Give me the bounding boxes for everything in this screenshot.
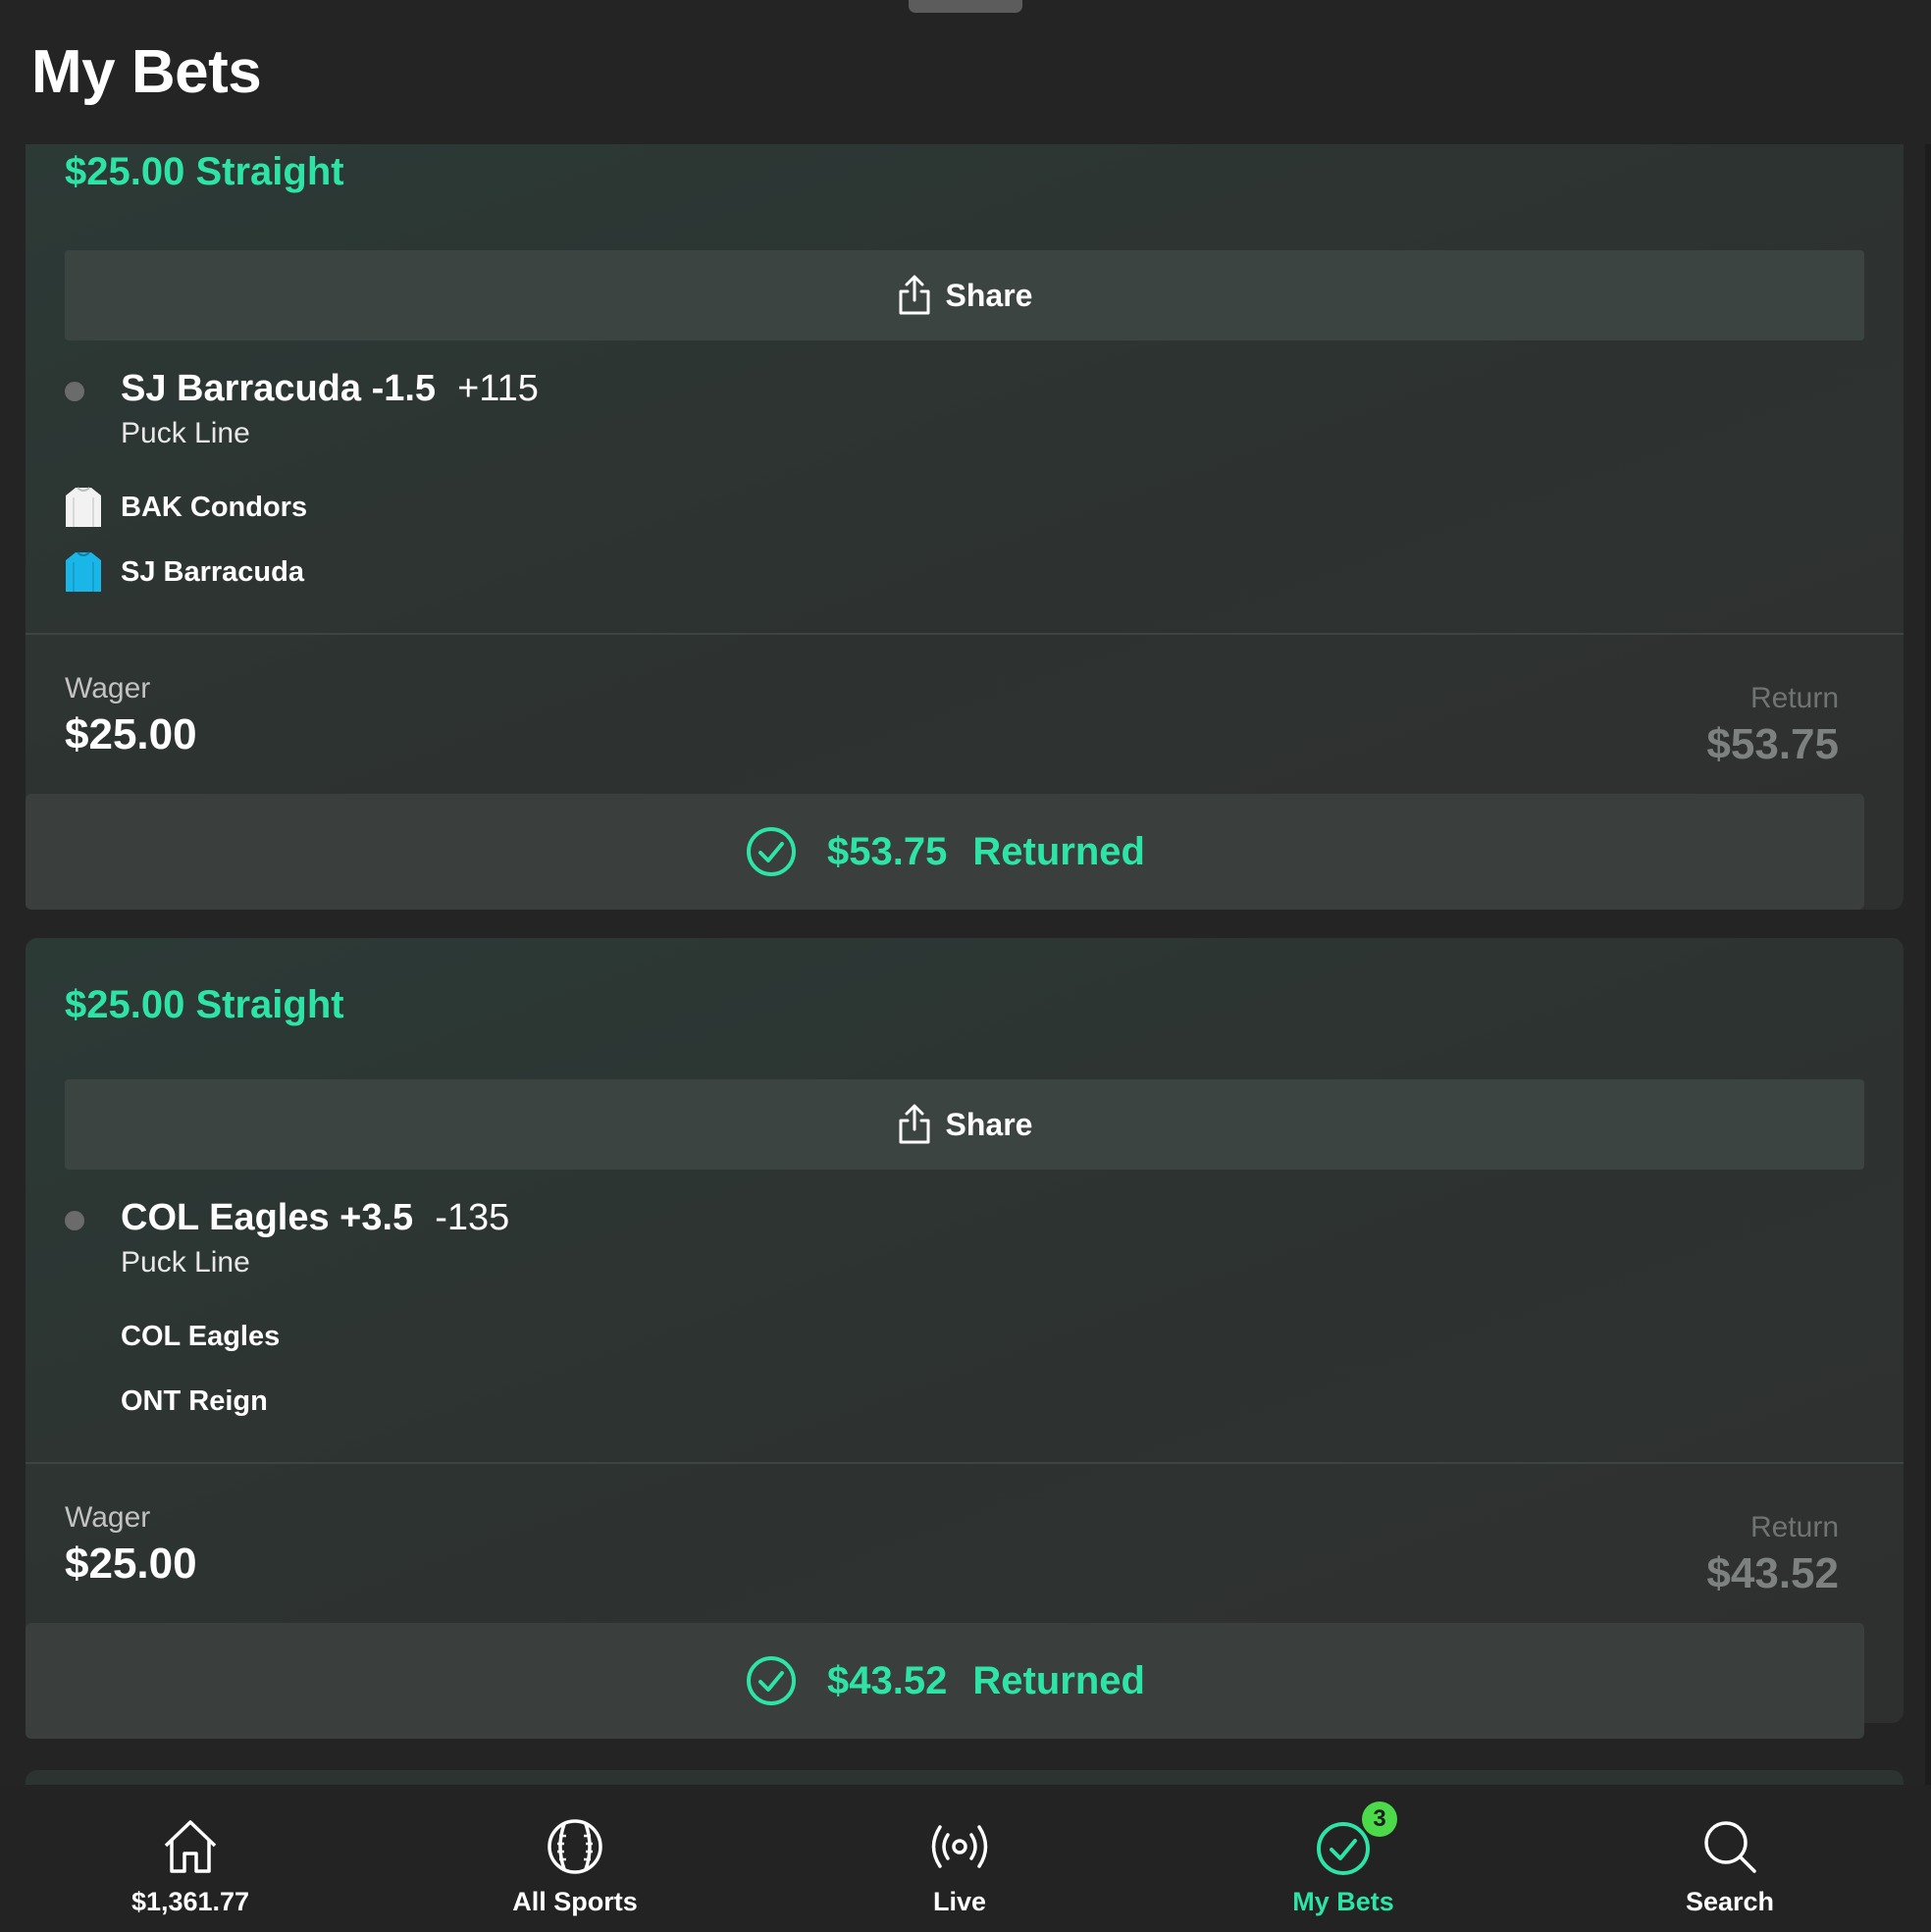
bottom-nav: $1,361.77 All Sports Live 3 My Bets Sear… bbox=[0, 1785, 1931, 1932]
share-icon bbox=[899, 275, 930, 315]
share-label: Share bbox=[945, 277, 1033, 313]
returned-label: Returned bbox=[972, 1658, 1145, 1702]
wager-value: $25.00 bbox=[65, 1540, 197, 1588]
share-button[interactable]: Share bbox=[65, 250, 1864, 340]
returned-status-bar: $43.52 Returned bbox=[26, 1623, 1864, 1739]
wager-label: Wager bbox=[65, 1501, 151, 1534]
bets-list[interactable]: $25.00 Straight Share SJ Barracuda -1.5 +… bbox=[0, 144, 1931, 1785]
selection-team-line: SJ Barracuda -1.5 bbox=[121, 368, 437, 409]
nav-item-search[interactable]: Search bbox=[1612, 1785, 1848, 1932]
wager-value: $25.00 bbox=[65, 710, 197, 758]
selection-odds: +115 bbox=[457, 368, 539, 409]
nav-label: Live bbox=[932, 1887, 987, 1916]
share-button[interactable]: Share bbox=[65, 1079, 1864, 1170]
scrollbar[interactable] bbox=[1925, 144, 1931, 1785]
baseball-icon bbox=[548, 1819, 602, 1874]
nav-item-balance[interactable]: $1,361.77 bbox=[73, 1785, 308, 1932]
check-circle-icon bbox=[747, 827, 797, 876]
returned-label: Returned bbox=[972, 829, 1145, 873]
selection-status-dot bbox=[65, 1211, 84, 1230]
team-name: SJ Barracuda bbox=[121, 555, 304, 588]
nav-item-live[interactable]: Live bbox=[842, 1785, 1077, 1932]
bet-title: $25.00 Straight bbox=[65, 150, 344, 193]
return-label: Return bbox=[1749, 1511, 1839, 1543]
nav-label: My Bets bbox=[1292, 1887, 1394, 1916]
team-name: COL Eagles bbox=[121, 1320, 281, 1352]
divider bbox=[26, 633, 1904, 635]
selection-status-dot bbox=[65, 382, 84, 401]
returned-amount: $43.52 bbox=[827, 1658, 948, 1702]
my-bets-badge: 3 bbox=[1362, 1801, 1397, 1837]
page-title: My Bets bbox=[31, 38, 262, 106]
returned-amount: $53.75 bbox=[827, 829, 948, 873]
wager-label: Wager bbox=[65, 672, 151, 705]
return-label: Return bbox=[1749, 682, 1839, 714]
share-icon bbox=[899, 1104, 930, 1144]
nav-item-all-sports[interactable]: All Sports bbox=[457, 1785, 693, 1932]
bet-card: $25.00 Straight Share COL Eagles +3.5 -13… bbox=[26, 938, 1904, 1739]
selection-team-line: COL Eagles +3.5 bbox=[121, 1197, 414, 1238]
nav-item-my-bets[interactable]: 3 My Bets bbox=[1226, 1785, 1461, 1932]
jersey-icon bbox=[66, 551, 101, 592]
bet-title: $25.00 Straight bbox=[65, 983, 344, 1026]
drag-handle[interactable] bbox=[909, 0, 1022, 13]
home-icon bbox=[164, 1820, 217, 1873]
returned-status-bar: $53.75 Returned bbox=[26, 794, 1864, 910]
team-row: BAK Condors bbox=[65, 486, 307, 529]
live-broadcast-icon bbox=[931, 1825, 988, 1868]
bet-card-peek bbox=[26, 1770, 1904, 1785]
selection-market: Puck Line bbox=[121, 1246, 250, 1279]
team-row: SJ Barracuda bbox=[65, 550, 304, 594]
return-value: $43.52 bbox=[1706, 1549, 1839, 1597]
nav-label: All Sports bbox=[512, 1887, 638, 1916]
return-value: $53.75 bbox=[1706, 720, 1839, 768]
search-icon bbox=[1704, 1821, 1756, 1873]
team-name: BAK Condors bbox=[121, 491, 308, 523]
team-name: ONT Reign bbox=[121, 1384, 268, 1417]
nav-label: Search bbox=[1685, 1887, 1775, 1916]
divider bbox=[26, 1462, 1904, 1464]
selection-name: SJ Barracuda -1.5 +115 bbox=[121, 368, 539, 410]
bet-card: $25.00 Straight Share SJ Barracuda -1.5 +… bbox=[26, 144, 1904, 910]
nav-label: $1,361.77 bbox=[130, 1887, 250, 1916]
share-label: Share bbox=[945, 1106, 1033, 1142]
check-circle-icon bbox=[747, 1656, 797, 1705]
selection-name: COL Eagles +3.5 -135 bbox=[121, 1197, 509, 1239]
selection-market: Puck Line bbox=[121, 417, 250, 449]
jersey-icon bbox=[66, 487, 101, 527]
selection-odds: -135 bbox=[435, 1197, 510, 1238]
